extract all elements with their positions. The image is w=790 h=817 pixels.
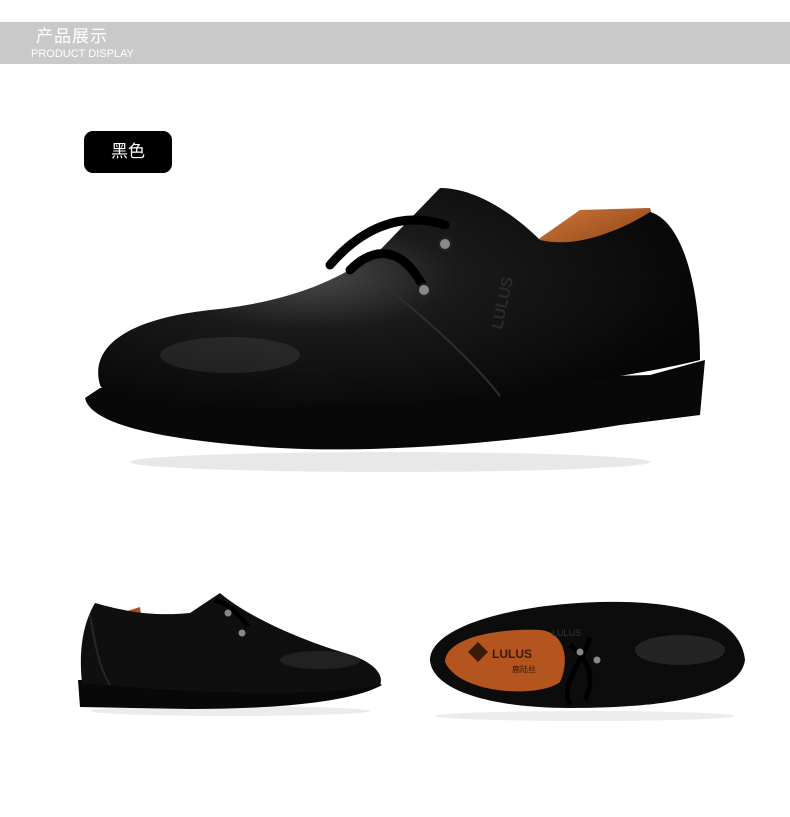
section-title-cn: 产品展示	[36, 27, 108, 47]
insole-sub-text: 鹿陆丝	[512, 664, 536, 674]
section-title-en: PRODUCT DISPLAY	[31, 48, 134, 60]
emboss-logo-top: LULUS	[552, 628, 581, 638]
section-header: 产品展示 PRODUCT DISPLAY	[0, 22, 790, 64]
shoe-top-image: LULUS 鹿陆丝 LULUS	[430, 601, 745, 721]
insole-logo-text: LULUS	[492, 647, 532, 661]
shoe-main-image: LULUS	[85, 188, 705, 472]
shoe-side-image	[78, 593, 382, 716]
color-label: 黑色	[84, 131, 172, 173]
